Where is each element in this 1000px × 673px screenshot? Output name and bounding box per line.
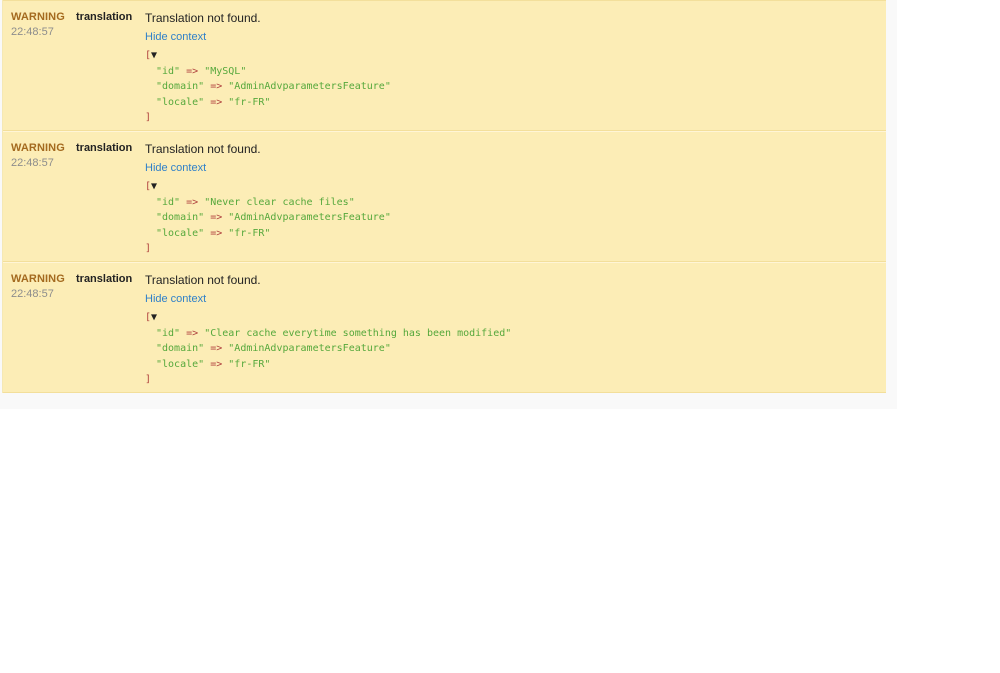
log-entry: WARNING 22:48:57 translation Translation… (3, 262, 886, 393)
dump-value: "Never clear cache files" (204, 196, 355, 208)
context-dump: [▼ "id" => "MySQL" "domain" => "AdminAdv… (145, 48, 391, 126)
hide-context-link[interactable]: Hide context (145, 162, 206, 174)
log-time: 22:48:57 (11, 26, 54, 38)
dump-key: "id" (156, 65, 181, 77)
collapse-toggle-icon[interactable]: ▼ (151, 312, 157, 323)
log-level: WARNING (11, 142, 65, 154)
log-time: 22:48:57 (11, 288, 54, 300)
dump-arrow: => (210, 96, 223, 108)
dump-key: "domain" (156, 343, 205, 354)
dump-value: "fr-FR" (228, 358, 271, 370)
dump-close-bracket: ] (145, 243, 152, 254)
dump-arrow: => (210, 212, 223, 223)
dump-arrow: => (210, 358, 223, 370)
log-channel: translation (76, 142, 133, 154)
dump-arrow: => (186, 196, 199, 208)
log-message: Translation not found. (145, 11, 261, 25)
hide-context-link[interactable]: Hide context (145, 293, 206, 305)
dump-arrow: => (210, 343, 223, 354)
dump-key: "locale" (156, 227, 205, 239)
log-level: WARNING (11, 11, 65, 23)
dump-arrow: => (186, 327, 199, 339)
dump-arrow: => (210, 227, 223, 239)
context-dump: [▼ "id" => "Clear cache everytime someth… (145, 310, 511, 388)
log-channel: translation (76, 11, 133, 23)
dump-key: "id" (156, 196, 181, 208)
log-entry: WARNING 22:48:57 translation Translation… (3, 131, 886, 262)
context-dump: [▼ "id" => "Never clear cache files" "do… (145, 179, 391, 257)
dump-value: "fr-FR" (228, 96, 271, 108)
log-message: Translation not found. (145, 273, 261, 287)
collapse-toggle-icon[interactable]: ▼ (151, 50, 157, 61)
log-level: WARNING (11, 273, 65, 285)
dump-value: "fr-FR" (228, 227, 271, 239)
log-time: 22:48:57 (11, 157, 54, 169)
dump-key: "domain" (156, 212, 205, 223)
dump-key: "locale" (156, 358, 205, 370)
dump-value: "AdminAdvparametersFeature" (228, 212, 391, 223)
dump-close-bracket: ] (145, 374, 152, 385)
dump-value: "Clear cache everytime something has bee… (204, 327, 512, 339)
dump-value: "MySQL" (204, 65, 247, 77)
log-panel: WARNING 22:48:57 translation Translation… (0, 0, 897, 409)
log-entry: WARNING 22:48:57 translation Translation… (3, 0, 886, 131)
dump-arrow: => (186, 65, 199, 77)
log-message: Translation not found. (145, 142, 261, 156)
dump-close-bracket: ] (145, 112, 152, 123)
dump-value: "AdminAdvparametersFeature" (228, 81, 391, 92)
dump-key: "domain" (156, 81, 205, 92)
log-channel: translation (76, 273, 133, 285)
dump-key: "locale" (156, 96, 205, 108)
hide-context-link[interactable]: Hide context (145, 31, 206, 43)
dump-value: "AdminAdvparametersFeature" (228, 343, 391, 354)
collapse-toggle-icon[interactable]: ▼ (151, 181, 157, 192)
log-list: WARNING 22:48:57 translation Translation… (2, 0, 886, 393)
dump-key: "id" (156, 327, 181, 339)
dump-arrow: => (210, 81, 223, 92)
